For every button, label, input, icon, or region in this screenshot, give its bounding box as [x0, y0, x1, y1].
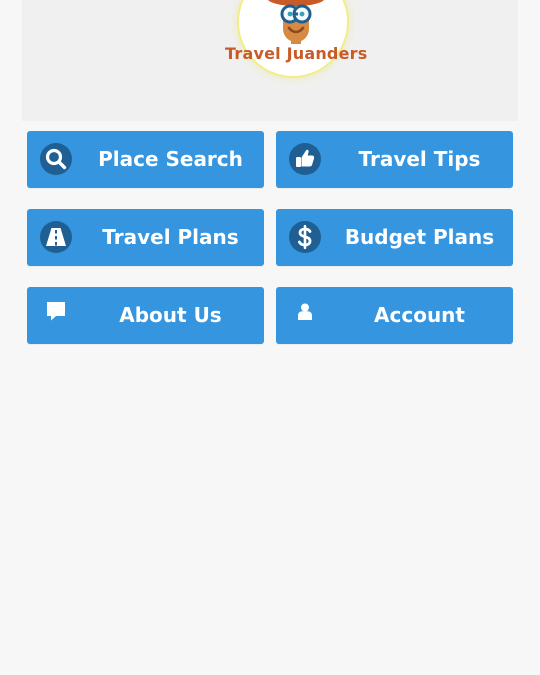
travel-tips-button[interactable]: Travel Tips [276, 131, 513, 188]
budget-plans-button[interactable]: Budget Plans [276, 209, 513, 266]
search-icon [45, 148, 67, 170]
account-label: Account [374, 303, 465, 327]
app-logo: Travel Juanders [225, 0, 368, 80]
thumbs-up-icon [296, 149, 315, 167]
place-search-label: Place Search [98, 147, 243, 171]
comment-icon [47, 302, 65, 321]
travel-plans-label: Travel Plans [102, 225, 239, 249]
travel-tips-label: Travel Tips [358, 147, 481, 171]
brand-name: Travel Juanders [225, 44, 368, 63]
user-icon-wrap [292, 299, 318, 325]
dollar-icon [298, 224, 312, 250]
header-panel: Travel Juanders [22, 0, 518, 121]
road-icon-badge [40, 221, 72, 253]
traveler-mascot-icon [267, 0, 325, 44]
about-us-button[interactable]: About Us [27, 287, 264, 344]
dollar-icon-badge [289, 221, 321, 253]
user-icon [298, 303, 312, 320]
account-button[interactable]: Account [276, 287, 513, 344]
budget-plans-label: Budget Plans [344, 225, 495, 249]
thumbs-up-icon-badge [289, 143, 321, 175]
about-us-label: About Us [119, 303, 222, 327]
travel-plans-button[interactable]: Travel Plans [27, 209, 264, 266]
search-icon-badge [40, 143, 72, 175]
road-icon [46, 228, 66, 246]
comment-icon-wrap [43, 299, 69, 325]
place-search-button[interactable]: Place Search [27, 131, 264, 188]
